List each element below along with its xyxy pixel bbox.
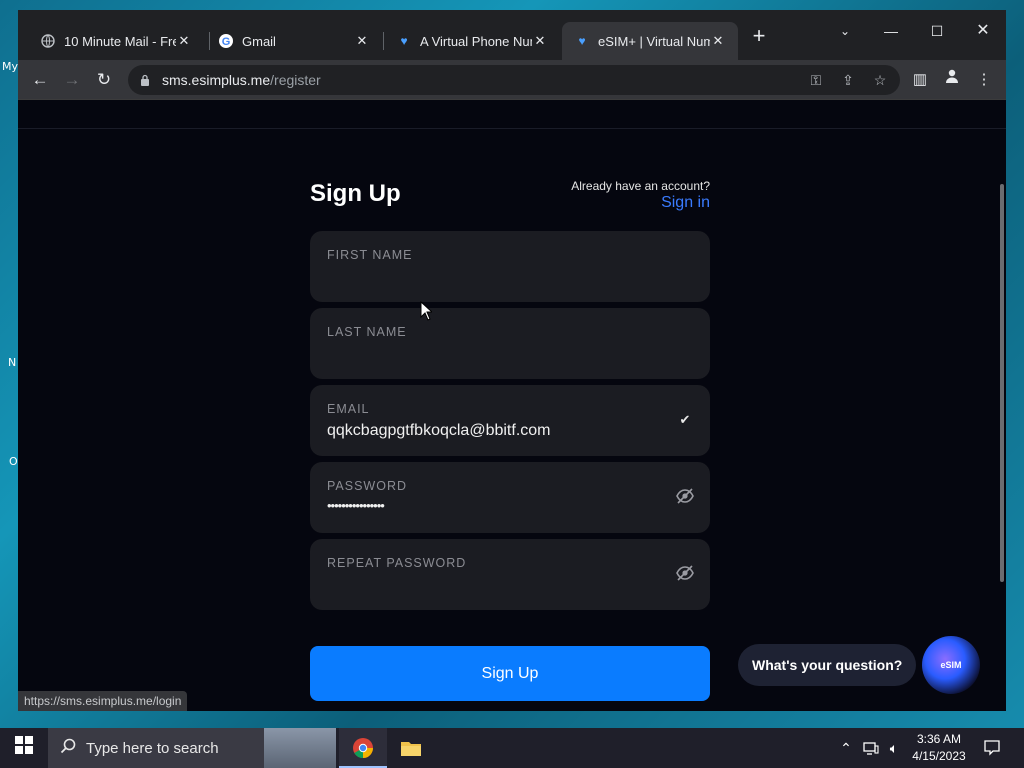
volume-icon[interactable]: 🔈︎ — [884, 728, 904, 768]
already-account-text: Already have an account? — [571, 179, 710, 193]
page-viewport: Sign Up Already have an account? Sign in… — [18, 100, 1006, 711]
close-icon[interactable]: ✕ — [176, 33, 192, 49]
reload-button[interactable]: ↻ — [92, 68, 116, 92]
sign-in-link[interactable]: Sign in — [661, 194, 710, 212]
tab-10-minute-mail[interactable]: 10 Minute Mail - Free ✕ — [28, 22, 204, 60]
sign-up-button[interactable]: Sign Up — [310, 646, 710, 701]
key-icon[interactable]: ⚿ — [804, 68, 828, 92]
esim-heart-icon: ♥ — [578, 34, 586, 48]
password-field[interactable]: PASSWORD •••••••••••••••• — [310, 462, 710, 533]
field-label: LAST NAME — [327, 325, 407, 339]
minimize-button[interactable]: — — [868, 16, 914, 46]
desktop-icon-label: My — [2, 60, 19, 73]
status-url-bar: https://sms.esimplus.me/login — [18, 691, 188, 711]
email-field[interactable]: EMAIL qqkcbagpgtfbkoqcla@bbitf.com ✔ — [310, 385, 710, 456]
tab-title: A Virtual Phone Num — [420, 33, 532, 49]
search-icon — [60, 738, 76, 759]
search-highlight-image — [264, 728, 336, 768]
close-icon[interactable]: ✕ — [710, 33, 726, 49]
maximize-button[interactable]: ☐ — [914, 16, 960, 46]
tab-strip: 10 Minute Mail - Free ✕ G Gmail ✕ ♥ A Vi… — [18, 10, 1006, 60]
repeat-password-field[interactable]: REPEAT PASSWORD — [310, 539, 710, 610]
bookmark-star-icon[interactable]: ☆ — [868, 68, 892, 92]
windows-taskbar: Type here to search ⌃ 🔈︎ 3:36 AM 4/15/20… — [0, 728, 1024, 768]
forward-button[interactable]: → — [60, 68, 84, 92]
search-placeholder: Type here to search — [86, 739, 219, 757]
chat-prompt-bubble[interactable]: What's your question? — [738, 644, 917, 686]
field-label: PASSWORD — [327, 479, 407, 493]
start-button[interactable] — [0, 728, 48, 768]
tab-virtual-phone[interactable]: ♥ A Virtual Phone Num ✕ — [384, 22, 560, 60]
url-path: /register — [270, 72, 321, 88]
google-icon: G — [218, 33, 234, 49]
url-host: sms.esimplus.me — [162, 72, 271, 88]
field-value: •••••••••••••••• — [327, 498, 385, 513]
tab-title: 10 Minute Mail - Free — [64, 33, 176, 49]
tab-gmail[interactable]: G Gmail ✕ — [206, 22, 382, 60]
new-tab-button[interactable]: + — [746, 24, 772, 50]
field-label: EMAIL — [327, 402, 370, 416]
address-bar[interactable]: sms.esimplus.me/register ⚿ ⇪ ☆ — [128, 65, 900, 95]
close-window-button[interactable]: ✕ — [960, 16, 1006, 46]
scrollbar[interactable] — [1000, 184, 1004, 582]
lock-icon — [140, 74, 152, 86]
mouse-cursor-icon — [420, 301, 432, 321]
svg-text:G: G — [222, 36, 231, 48]
network-icon[interactable] — [860, 728, 882, 768]
desktop-icon-label: N — [8, 356, 17, 369]
taskbar-search-box[interactable]: Type here to search — [48, 728, 336, 768]
field-value: qqkcbagpgtfbkoqcla@bbitf.com — [327, 422, 551, 439]
chat-avatar-icon[interactable]: eSIM — [922, 636, 980, 694]
esim-heart-icon: ♥ — [400, 34, 408, 48]
field-label: REPEAT PASSWORD — [327, 556, 467, 570]
notifications-icon[interactable] — [978, 728, 1006, 768]
clock-time: 3:36 AM — [916, 732, 962, 746]
globe-icon — [40, 33, 56, 49]
side-panel-icon[interactable]: ▥ — [908, 68, 932, 92]
tab-esim-active[interactable]: ♥ eSIM+ | Virtual Numb ✕ — [562, 22, 738, 60]
first-name-field[interactable]: FIRST NAME — [310, 231, 710, 302]
eye-off-icon[interactable] — [676, 488, 694, 506]
field-label: FIRST NAME — [327, 248, 413, 262]
tab-title: eSIM+ | Virtual Numb — [598, 33, 710, 49]
page-title: Sign Up — [310, 180, 401, 207]
desktop-icon-label: O — [9, 455, 18, 468]
browser-toolbar: ← → ↻ sms.esimplus.me/register ⚿ ⇪ ☆ ▥ ⋮ — [18, 60, 1006, 100]
chevron-up-icon[interactable]: ⌃ — [836, 728, 856, 768]
chrome-taskbar-icon[interactable] — [339, 728, 387, 768]
checkmark-icon: ✔ — [679, 412, 691, 427]
profile-icon[interactable] — [940, 68, 964, 92]
share-icon[interactable]: ⇪ — [836, 68, 860, 92]
eye-off-icon[interactable] — [676, 565, 694, 583]
header-divider — [18, 128, 1006, 129]
browser-window: 10 Minute Mail - Free ✕ G Gmail ✕ ♥ A Vi… — [18, 10, 1006, 711]
back-button[interactable]: ← — [28, 68, 52, 92]
tab-search-button[interactable]: ⌄ — [822, 16, 868, 46]
tab-title: Gmail — [242, 33, 276, 49]
clock-date: 4/15/2023 — [912, 749, 966, 763]
close-icon[interactable]: ✕ — [532, 33, 548, 49]
system-clock[interactable]: 3:36 AM 4/15/2023 — [908, 731, 970, 765]
file-explorer-icon[interactable] — [387, 728, 435, 768]
last-name-field[interactable]: LAST NAME — [310, 308, 710, 379]
menu-kebab-icon[interactable]: ⋮ — [972, 68, 996, 92]
close-icon[interactable]: ✕ — [354, 33, 370, 49]
